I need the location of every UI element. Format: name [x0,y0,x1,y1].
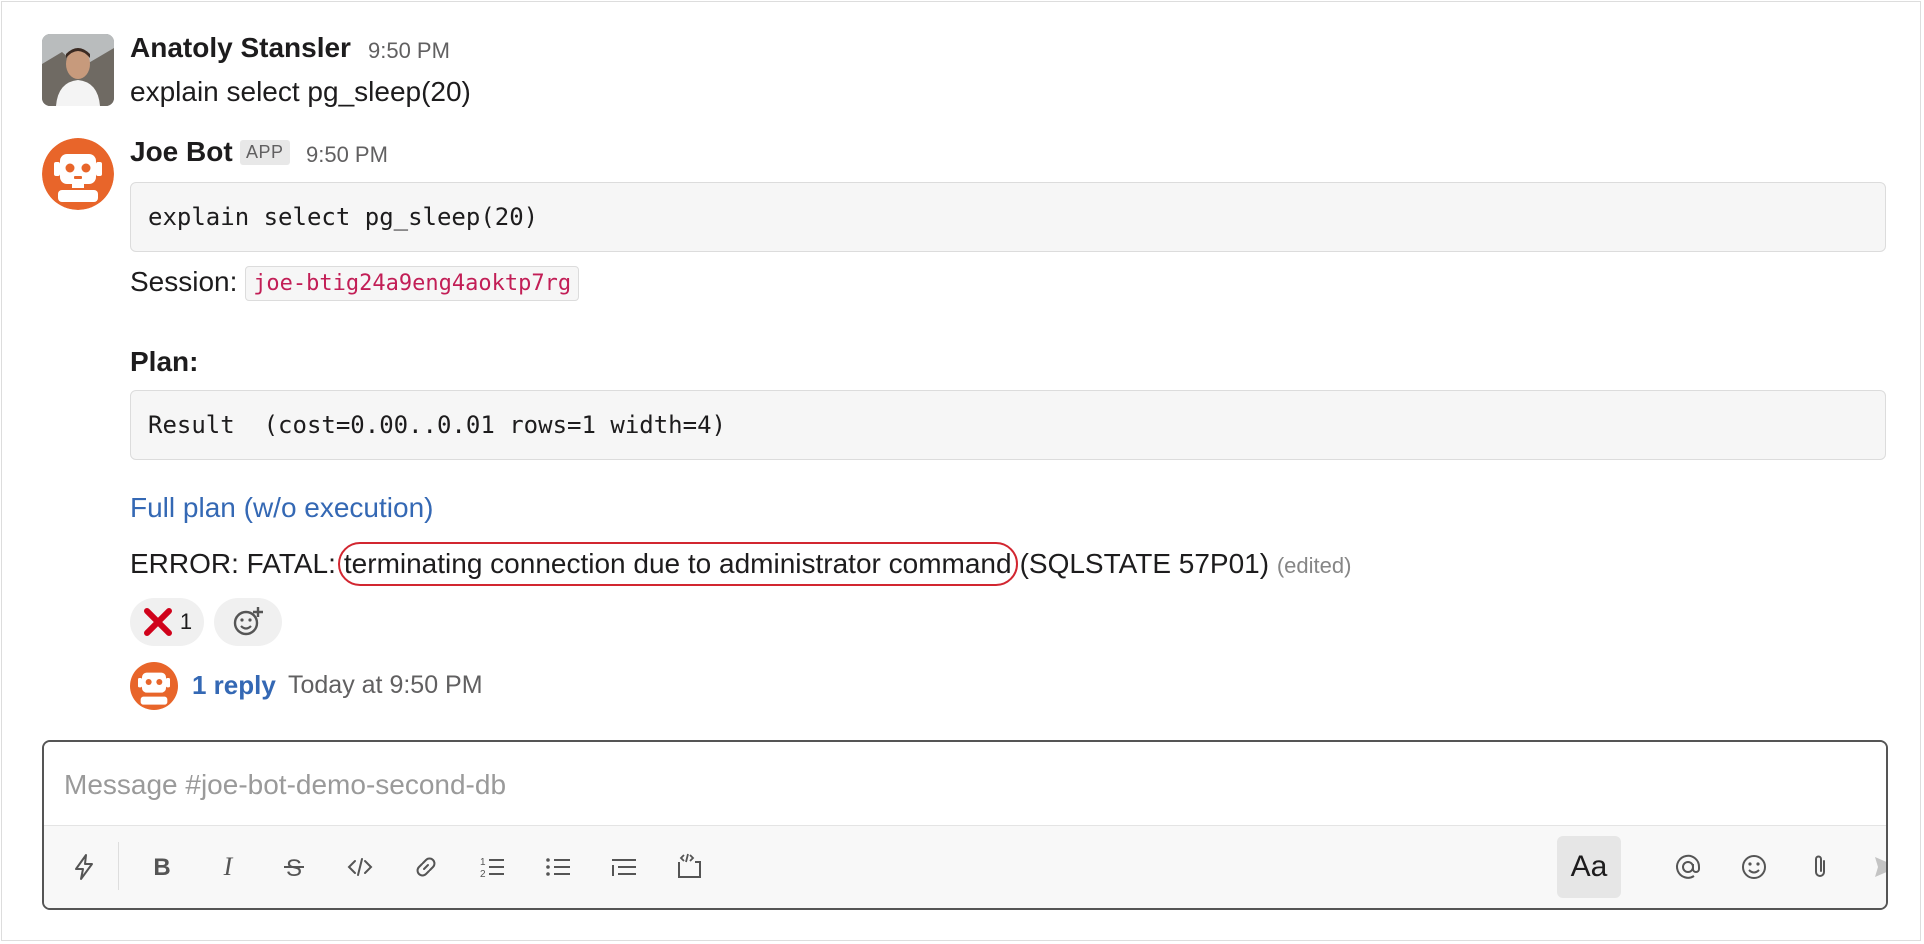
add-emoji-icon [231,605,265,639]
strikethrough-button[interactable]: S [272,845,316,889]
reaction-x[interactable]: 1 [130,598,204,646]
message-pane: Anatoly Stansler 9:50 PM explain select … [1,1,1921,941]
plan-label: Plan: [130,346,199,377]
message-anatoly: Anatoly Stansler 9:50 PM explain select … [42,32,1880,112]
ordered-list-icon: 12 [480,857,504,880]
thread-bot-avatar [130,662,178,715]
code-block-button[interactable] [668,845,712,889]
italic-button[interactable]: I [206,845,250,889]
author-name[interactable]: Anatoly Stansler [130,32,351,64]
mention-icon [1676,854,1701,879]
plan-code-block: Result (cost=0.00..0.01 rows=1 width=4) [130,390,1886,460]
x-icon [142,606,174,638]
blockquote-button[interactable] [602,845,646,889]
add-reaction-button[interactable] [214,598,282,646]
thread-replies[interactable]: 1 reply Today at 9:50 PM [130,662,530,712]
code-icon [347,858,373,876]
svg-text:2: 2 [480,869,486,880]
error-suffix: (SQLSTATE 57P01) [1019,548,1270,579]
toolbar-divider [118,842,119,890]
error-prefix: ERROR: FATAL: [130,548,336,579]
error-highlight: terminating connection due to administra… [337,542,1018,586]
message-timestamp[interactable]: 9:50 PM [368,38,450,64]
ordered-list-button[interactable]: 12 [470,845,514,889]
italic-icon: I [223,852,234,881]
session-line: Session: joe-btig24a9eng4aoktp7rg [130,266,580,302]
message-text: explain select pg_sleep(20) [130,76,471,107]
bulleted-list-icon [546,858,570,876]
error-line: ERROR: FATAL: terminating connection due … [130,542,1351,586]
bold-button[interactable]: B [140,845,184,889]
app-badge: APP [240,140,290,165]
attach-icon [1815,855,1825,877]
user-avatar[interactable] [42,34,114,106]
bulleted-list-button[interactable] [536,845,580,889]
emoji-icon [1742,855,1766,879]
edited-marker: (edited) [1276,553,1352,578]
session-label: Session: [130,266,238,297]
link-icon [416,857,436,877]
reply-count-link[interactable]: 1 reply [192,670,276,701]
message-composer: B I S 12 [42,740,1888,910]
send-button[interactable] [1864,845,1886,889]
format-toggle-button[interactable]: Aa [1557,836,1621,898]
reaction-count: 1 [179,609,193,634]
svg-text:1: 1 [480,857,486,868]
message-input[interactable] [44,742,1886,828]
bold-icon: B [153,854,170,881]
emoji-button[interactable] [1732,845,1776,889]
formatting-toolbar: B I S 12 Aa [44,825,1886,908]
bot-avatar[interactable] [42,138,114,210]
last-reply-time: Today at 9:50 PM [288,671,483,699]
svg-text:S: S [286,855,302,882]
shortcuts-icon [75,854,93,880]
code-button[interactable] [338,845,382,889]
link-button[interactable] [404,845,448,889]
command-code-block: explain select pg_sleep(20) [130,182,1886,252]
send-icon [1875,857,1886,877]
code-block-icon [678,853,701,878]
author-name[interactable]: Joe Bot [130,136,233,168]
full-plan-link[interactable]: Full plan (w/o execution) [130,492,433,524]
strikethrough-icon: S [284,855,304,882]
blockquote-icon [612,859,636,876]
svg-text:I: I [223,852,234,881]
attach-button[interactable] [1798,845,1842,889]
message-joe-bot: Joe Bot APP 9:50 PM explain select pg_sl… [42,136,1886,716]
svg-text:B: B [153,854,170,881]
format-toggle-label: Aa [1570,850,1608,883]
mention-button[interactable] [1666,845,1710,889]
message-timestamp[interactable]: 9:50 PM [306,142,388,168]
shortcuts-button[interactable] [62,845,106,889]
session-id-code: joe-btig24a9eng4aoktp7rg [245,266,580,302]
